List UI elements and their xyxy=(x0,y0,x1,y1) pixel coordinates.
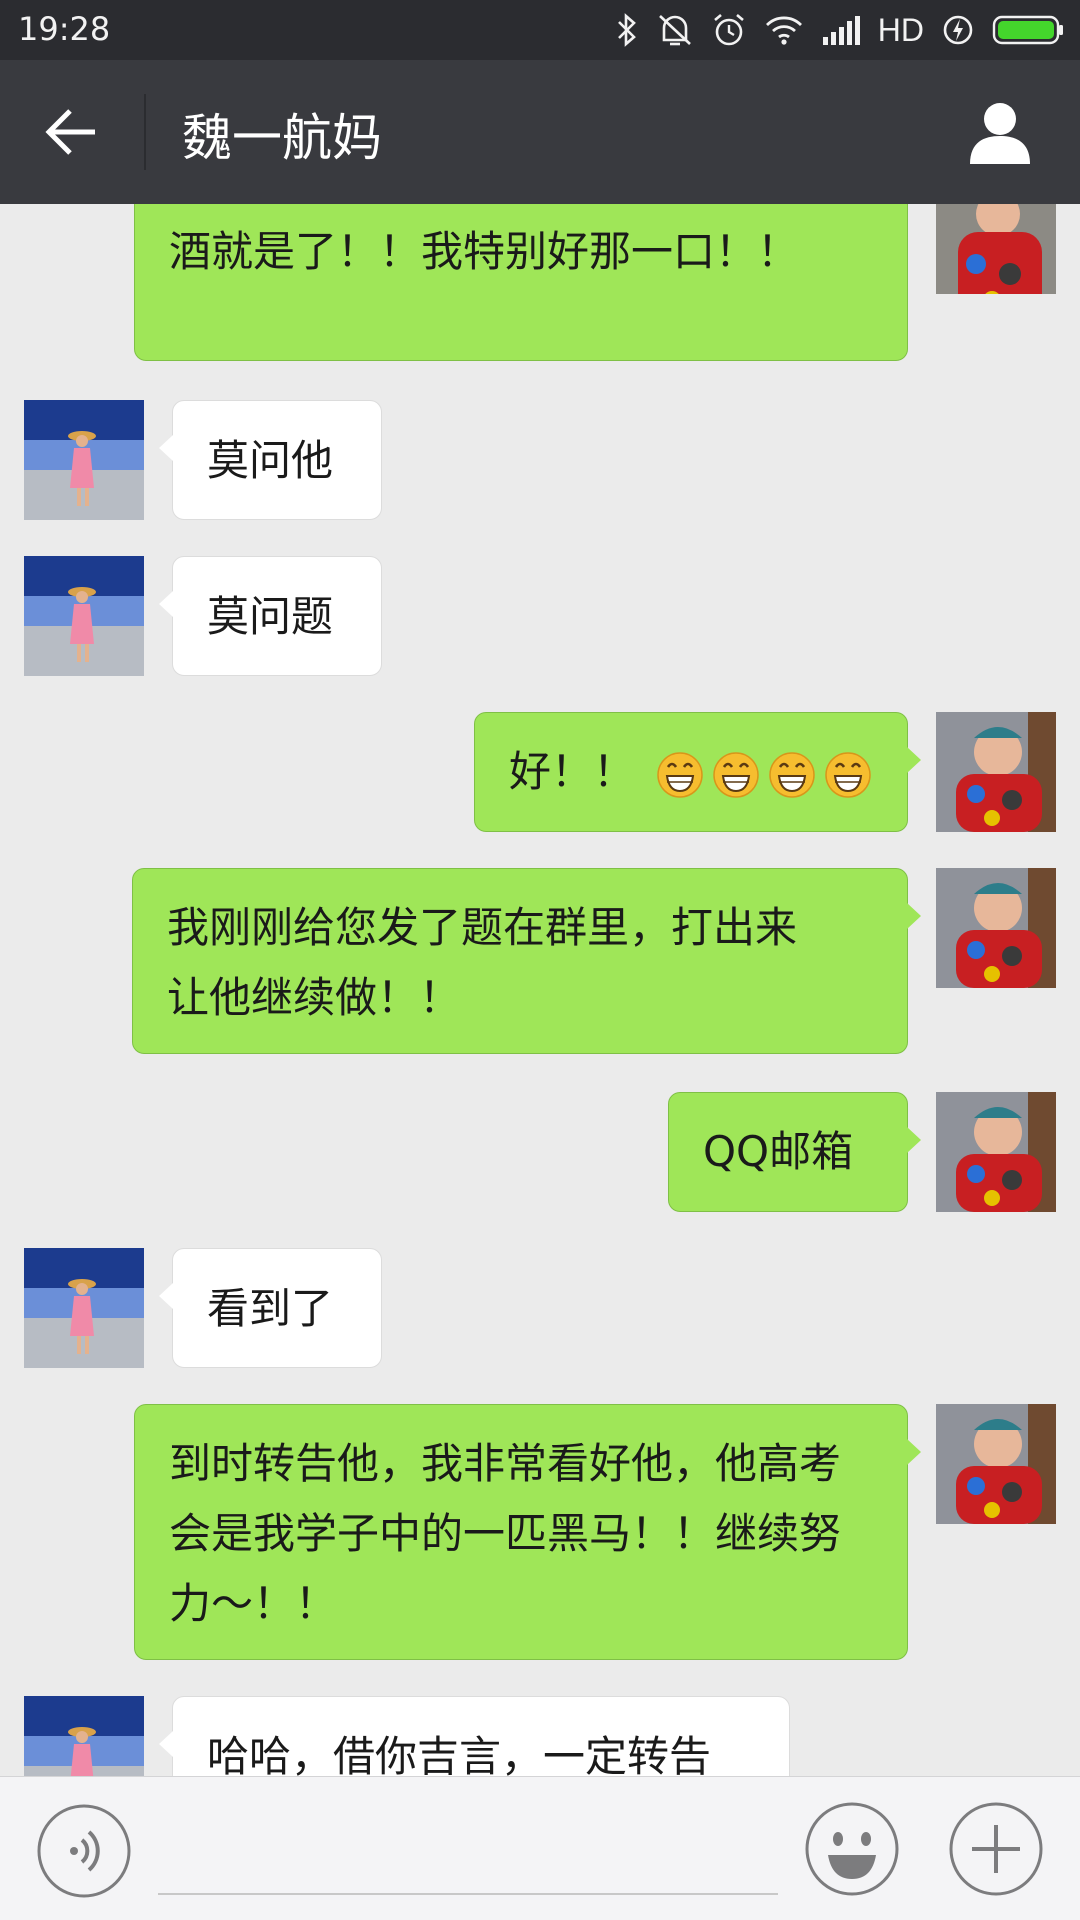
message-line: 会是我学子中的一匹黑马！！继续努 xyxy=(169,1509,842,1558)
received-message-bubble[interactable]: 看到了 xyxy=(159,1248,382,1368)
sent-message-bubble[interactable]: 谢谢啥哦！！到时高考完，请我喝杯 酒就是了！！我特别好那一口！！ xyxy=(134,204,908,361)
message-line: 酒就是了！！我特别好那一口！！ xyxy=(169,227,800,276)
status-icons: HD xyxy=(616,8,1064,52)
smiley-icon xyxy=(805,1802,899,1896)
message-line: QQ邮箱 xyxy=(703,1127,854,1176)
my-avatar[interactable] xyxy=(936,712,1056,832)
message-row: 我刚刚给您发了题在群里，打出来 让他继续做！！ xyxy=(0,864,1080,1054)
header-divider xyxy=(144,94,146,170)
message-row: 谢谢啥哦！！到时高考完，请我喝杯 酒就是了！！我特别好那一口！！ xyxy=(0,204,1080,364)
my-avatar[interactable] xyxy=(936,1092,1056,1212)
person-icon xyxy=(970,103,1030,164)
message-row: QQ邮箱 xyxy=(0,1088,1080,1212)
message-line: 哈哈，借你吉言，一定转告 xyxy=(207,1732,712,1776)
contact-avatar[interactable] xyxy=(24,1248,144,1368)
grinning-emoji-icon xyxy=(825,751,872,798)
my-avatar[interactable] xyxy=(936,1404,1056,1524)
received-message-bubble[interactable]: 莫问他 xyxy=(159,400,382,520)
bluetooth-icon xyxy=(617,13,636,47)
message-row: 好！！ xyxy=(0,708,1080,832)
sent-message-bubble[interactable]: 到时转告他，我非常看好他，他高考 会是我学子中的一匹黑马！！继续努 力～！！ xyxy=(134,1404,921,1660)
mute-vibrate-icon xyxy=(658,15,691,46)
my-avatar[interactable] xyxy=(936,868,1056,988)
grinning-emoji-icon xyxy=(713,751,760,798)
alarm-icon xyxy=(713,14,744,46)
message-row: 看到了 xyxy=(0,1244,1080,1368)
contact-avatar[interactable] xyxy=(24,400,144,520)
message-line: 莫问题 xyxy=(207,592,334,641)
status-time: 19:28 xyxy=(18,10,111,48)
message-input[interactable] xyxy=(158,1797,778,1895)
message-line: 到时转告他，我非常看好他，他高考 xyxy=(169,1439,842,1488)
sent-message-bubble[interactable]: 好！！ xyxy=(474,712,921,832)
signal-icon xyxy=(822,16,860,45)
chat-title: 魏一航妈 xyxy=(182,109,382,167)
chat-message-list[interactable]: 谢谢啥哦！！到时高考完，请我喝杯 酒就是了！！我特别好那一口！！ 莫问他 莫问题… xyxy=(0,204,1080,1776)
battery-icon xyxy=(992,15,1063,45)
message-line: 莫问他 xyxy=(207,436,334,485)
network-label: HD xyxy=(877,11,924,48)
chat-header: 魏一航妈 xyxy=(0,60,1080,204)
message-line: 让他继续做！！ xyxy=(167,973,462,1022)
message-line: 好！！ xyxy=(509,747,636,796)
plus-icon xyxy=(949,1802,1043,1896)
message-row: 哈哈，借你吉言，一定转告 xyxy=(0,1692,1080,1776)
emoji-button[interactable] xyxy=(804,1801,900,1897)
emoji-group xyxy=(648,747,872,798)
message-line: 谢谢啥哦！！到时高考完，请我喝杯 xyxy=(169,204,873,217)
voice-button[interactable] xyxy=(36,1803,132,1899)
voice-icon xyxy=(37,1804,131,1898)
grinning-emoji-icon xyxy=(657,751,704,798)
input-bar xyxy=(0,1776,1080,1920)
message-row: 莫问题 xyxy=(0,552,1080,676)
charging-icon xyxy=(943,15,973,45)
wifi-icon xyxy=(765,16,802,45)
sent-message-bubble[interactable]: 我刚刚给您发了题在群里，打出来 让他继续做！！ xyxy=(132,868,921,1054)
message-line: 看到了 xyxy=(207,1284,334,1333)
profile-button[interactable] xyxy=(964,96,1036,168)
sent-message-bubble[interactable]: QQ邮箱 xyxy=(668,1092,921,1212)
back-button[interactable] xyxy=(40,100,104,164)
my-avatar[interactable] xyxy=(936,204,1056,294)
message-row: 莫问他 xyxy=(0,396,1080,520)
status-bar: 19:28 HD xyxy=(0,0,1080,60)
contact-avatar[interactable] xyxy=(24,556,144,676)
contact-avatar[interactable] xyxy=(24,1696,144,1776)
more-button[interactable] xyxy=(948,1801,1044,1897)
received-message-bubble[interactable]: 哈哈，借你吉言，一定转告 xyxy=(159,1696,790,1776)
message-line: 我刚刚给您发了题在群里，打出来 xyxy=(167,903,798,952)
message-line: 力～！！ xyxy=(169,1579,338,1628)
message-row: 到时转告他，我非常看好他，他高考 会是我学子中的一匹黑马！！继续努 力～！！ xyxy=(0,1400,1080,1660)
grinning-emoji-icon xyxy=(769,751,816,798)
arrow-left-icon xyxy=(45,109,95,155)
received-message-bubble[interactable]: 莫问题 xyxy=(159,556,382,676)
